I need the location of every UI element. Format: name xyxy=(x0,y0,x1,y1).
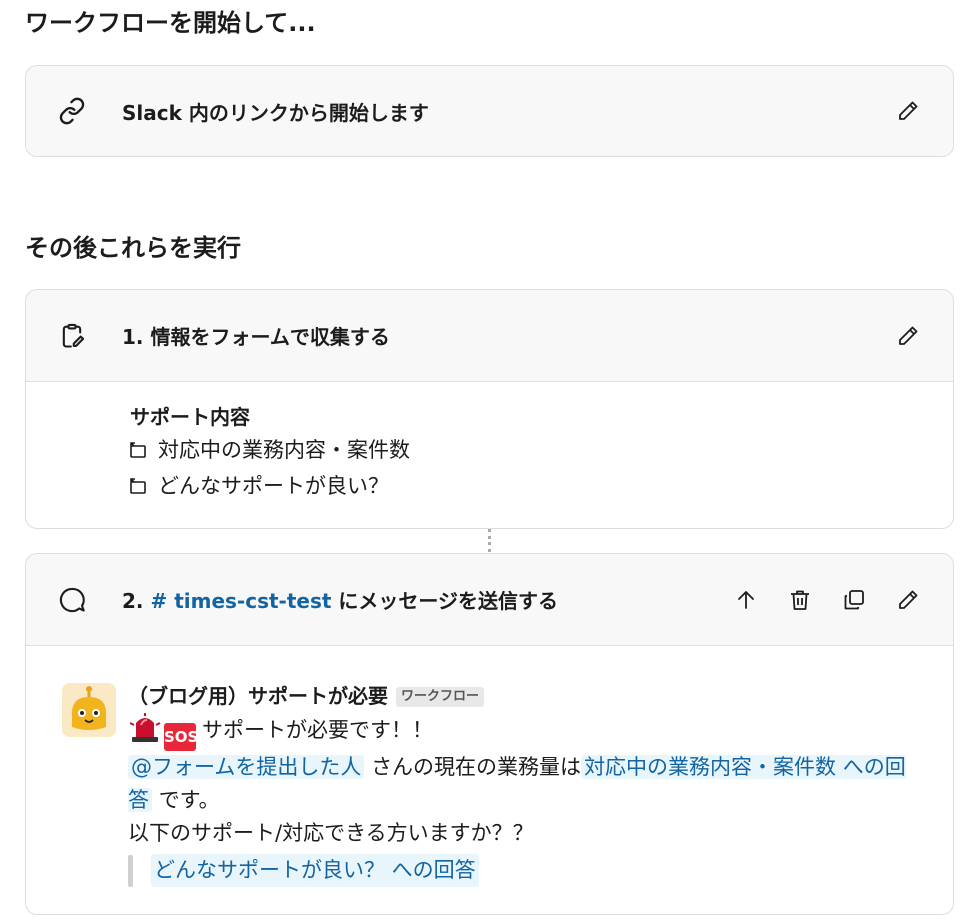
pencil-icon xyxy=(899,101,918,120)
form-field-label: 対応中の業務内容・案件数 xyxy=(158,438,410,462)
field-type-icon xyxy=(128,439,150,461)
copy-icon xyxy=(844,589,864,609)
bot-avatar xyxy=(62,683,116,737)
trigger-section-title: ワークフローを開始して... xyxy=(25,9,316,37)
duplicate-step-button[interactable] xyxy=(839,585,869,615)
message-text: です。 xyxy=(158,788,220,812)
edit-trigger-button[interactable] xyxy=(893,96,923,126)
step1-form-body: サポート内容 対応中の業務内容・案件数 どんなサポートが良い？ xyxy=(26,382,953,528)
step2-title: 2. # times-cst-test にメッセージを送信する xyxy=(122,585,731,614)
step1-card: 1. 情報をフォームで収集する サポート内容 対応中の業務内容・案件数 どんなサ… xyxy=(25,289,954,529)
answer-variable[interactable]: どんなサポートが良い？ への回答 xyxy=(151,854,479,887)
message-icon xyxy=(58,586,86,614)
pencil-icon xyxy=(899,590,918,609)
link-icon xyxy=(58,97,86,125)
pencil-icon xyxy=(899,326,918,345)
step1-header[interactable]: 1. 情報をフォームで収集する xyxy=(26,290,953,381)
sender-name: （ブログ用）サポートが必要 xyxy=(128,684,388,708)
trigger-title: Slack 内のリンクから開始します xyxy=(122,100,429,125)
step1-title: 1. 情報をフォームで収集する xyxy=(122,325,390,349)
channel-link[interactable]: # times-cst-test xyxy=(150,589,331,613)
quote-bar xyxy=(128,854,133,887)
message-text: サポートが必要です！！ xyxy=(202,718,433,742)
form-field: どんなサポートが良い？ xyxy=(128,468,953,504)
sos-icon: SOS xyxy=(164,723,198,751)
arrow-up-icon xyxy=(738,590,754,609)
form-field: 対応中の業務内容・案件数 xyxy=(128,432,953,468)
workflow-badge: ワークフロー xyxy=(396,686,485,707)
field-type-icon xyxy=(128,475,150,497)
message-quote: どんなサポートが良い？ への回答 xyxy=(128,854,918,887)
message-line-2: @フォームを提出した人 さんの現在の業務量は 対応中の業務内容・案件数 への回答 … xyxy=(128,751,918,817)
message-line-1: SOS サポートが必要です！！ xyxy=(128,713,918,751)
trigger-card: Slack 内のリンクから開始します xyxy=(25,65,954,157)
message-line-3: 以下のサポート/対応できる方いますか？？ xyxy=(128,821,534,845)
message-preview: （ブログ用）サポートが必要 ワークフロー SOS サポートが必要です！！ @フォー… xyxy=(26,646,953,914)
form-title: サポート内容 xyxy=(130,405,250,429)
edit-step2-button[interactable] xyxy=(893,585,923,615)
move-up-button[interactable] xyxy=(731,585,761,615)
form-field-label: どんなサポートが良い？ xyxy=(158,474,389,498)
edit-step1-button[interactable] xyxy=(893,321,923,351)
message-text: さんの現在の業務量は xyxy=(371,755,582,779)
form-icon xyxy=(58,322,86,350)
trash-icon xyxy=(791,590,809,610)
step2-number: 2. xyxy=(122,589,144,613)
trigger-card-header: Slack 内のリンクから開始します xyxy=(26,66,953,156)
delete-step-button[interactable] xyxy=(785,585,815,615)
step2-header[interactable]: 2. # times-cst-test にメッセージを送信する xyxy=(26,554,953,645)
step2-card: 2. # times-cst-test にメッセージを送信する （ブログ用）サポ… xyxy=(25,553,954,915)
rotating-light-icon xyxy=(128,713,162,743)
mention-variable[interactable]: @フォームを提出した人 xyxy=(128,755,365,779)
step2-title-suffix: にメッセージを送信する xyxy=(338,589,559,613)
step-connector xyxy=(488,529,491,552)
steps-section-title: その後これらを実行 xyxy=(25,234,241,262)
